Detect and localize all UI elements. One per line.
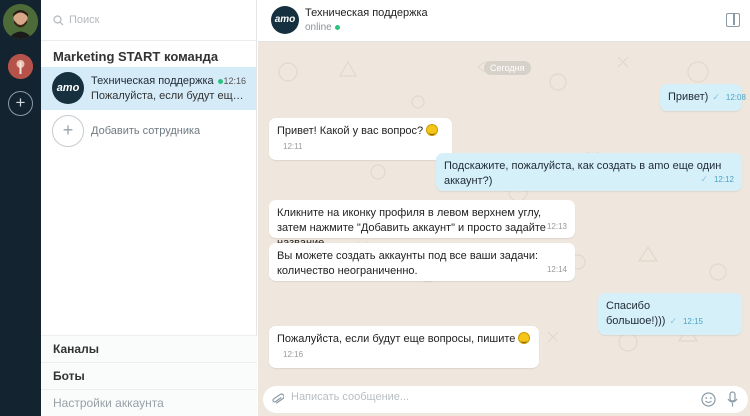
search-input[interactable] [69, 14, 239, 26]
header-title: Техническая поддержка [305, 7, 428, 19]
message-time: 12:16 [283, 350, 304, 359]
check-icon: ✓ [669, 316, 677, 326]
chat-name-text: Техническая поддержка [91, 75, 214, 87]
message-bubble: Привет! Какой у вас вопрос? 12:11 [269, 118, 452, 160]
online-dot [217, 78, 223, 84]
add-employee-button[interactable]: + Добавить сотрудника [41, 110, 256, 154]
message-composer [263, 386, 748, 413]
message-input[interactable] [291, 391, 671, 403]
emoji-picker-icon[interactable] [701, 392, 716, 407]
left-rail: + [0, 0, 41, 416]
user-avatar[interactable] [3, 4, 38, 39]
search-icon [53, 14, 64, 25]
message-text: Спасибо большое!))) [606, 300, 666, 327]
online-dot [334, 24, 340, 30]
message-bubble: Подскажите, пожалуйста, как создать в am… [436, 153, 742, 191]
message-text: Подскажите, пожалуйста, как создать в am… [444, 160, 722, 187]
header-status: online [305, 22, 340, 33]
message-time: 12:08 [725, 93, 746, 102]
plus-icon: + [52, 115, 84, 147]
add-account-button[interactable]: + [8, 91, 33, 116]
chat-header: amo Техническая поддержка online [258, 0, 750, 42]
sidebar-bottom-links: Каналы Боты Настройки аккаунта [41, 335, 257, 416]
message-text: Привет) [668, 91, 709, 103]
message-text: Пожалуйста, если будут еще вопросы, пиши… [277, 333, 516, 345]
account-settings-link[interactable]: Настройки аккаунта [41, 389, 257, 416]
message-bubble: Привет) ✓ 12:08 [660, 84, 746, 111]
chat-time: 12:16 [223, 76, 246, 86]
team-title: Marketing START команда [53, 49, 219, 64]
status-text: online [305, 22, 332, 33]
day-separator: Сегодня [484, 61, 531, 75]
account-photo-icon [8, 54, 33, 79]
chat-preview: Пожалуйста, если будут еще вопросы, пиши… [91, 90, 249, 102]
search-bar [41, 0, 256, 41]
message-time: 12:15 [682, 317, 704, 326]
smile-emoji-icon [518, 332, 531, 344]
user-photo-icon [3, 4, 38, 39]
message-bubble: Кликните на иконку профиля в левом верхн… [269, 200, 575, 249]
side-panel-toggle-icon[interactable] [726, 13, 740, 27]
chat-panel: amo Техническая поддержка online Сегодня… [258, 0, 750, 416]
message-time: 12:11 [283, 142, 303, 151]
bots-link[interactable]: Боты [41, 362, 257, 389]
smile-emoji-icon [426, 124, 439, 136]
message-bubble: Вы можете создать аккаунты под все ваши … [269, 243, 575, 281]
account-avatar[interactable] [8, 54, 33, 79]
microphone-icon[interactable] [727, 391, 738, 408]
header-avatar[interactable]: amo [271, 6, 299, 34]
paperclip-icon[interactable] [272, 392, 284, 407]
check-icon: ✓ [712, 92, 720, 102]
message-time: 12:13 [546, 222, 567, 231]
chat-name: Техническая поддержка [91, 75, 223, 87]
check-icon: ✓ [700, 174, 708, 184]
sidebar: Marketing START команда amo Техническая … [41, 0, 257, 416]
message-time: 12:14 [546, 265, 567, 274]
add-employee-label: Добавить сотрудника [91, 125, 201, 137]
channels-link[interactable]: Каналы [41, 335, 257, 362]
chat-list-item[interactable]: amo Техническая поддержка 12:16 Пожалуйс… [41, 67, 256, 110]
message-bubble: Спасибо большое!))) ✓ 12:15 [598, 293, 742, 335]
message-bubble: Пожалуйста, если будут еще вопросы, пиши… [269, 326, 539, 368]
chat-avatar: amo [52, 72, 84, 104]
message-time: 12:12 [713, 175, 734, 184]
message-text: Привет! Какой у вас вопрос? [277, 125, 424, 137]
message-text: Вы можете создать аккаунты под все ваши … [277, 250, 539, 277]
